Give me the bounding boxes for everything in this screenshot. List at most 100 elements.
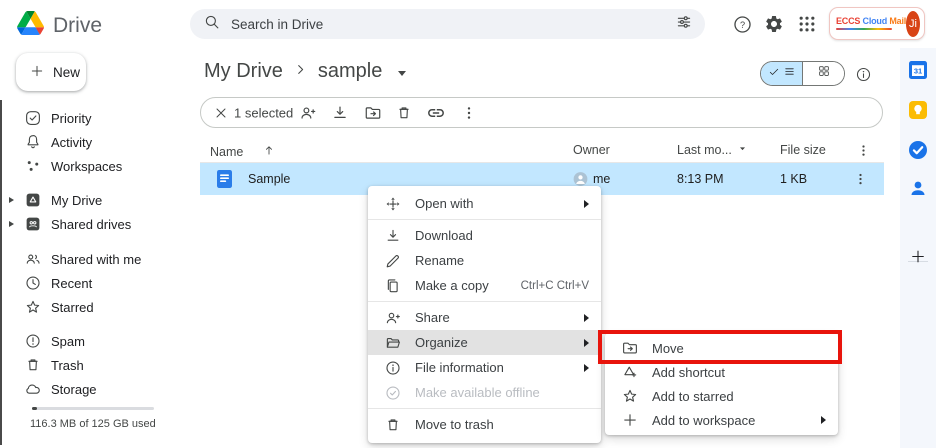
- column-header-name[interactable]: Name: [210, 143, 276, 160]
- sidebar-item-activity[interactable]: Activity: [0, 130, 190, 154]
- sidebar-item-shared-with-me[interactable]: Shared with me: [0, 247, 190, 271]
- menu-item-open-with[interactable]: Open with: [368, 191, 601, 216]
- svg-text:?: ?: [739, 20, 744, 30]
- column-header-file-size[interactable]: File size: [780, 143, 826, 157]
- spam-icon: [24, 332, 42, 350]
- share-person-add-icon[interactable]: [299, 103, 318, 122]
- more-vert-icon[interactable]: [461, 104, 478, 121]
- column-header-last-modified[interactable]: Last mo...: [677, 143, 748, 157]
- grid-view-button[interactable]: [802, 62, 844, 85]
- trash-icon[interactable]: [395, 104, 413, 122]
- sidebar-item-my-drive[interactable]: My Drive: [0, 188, 190, 212]
- top-bar: Drive ? ECCS Cloud Mail Ji: [0, 0, 936, 48]
- download-icon[interactable]: [331, 103, 350, 122]
- shared-drives-icon: [24, 215, 42, 233]
- chevron-down-icon[interactable]: [398, 71, 406, 76]
- column-header-owner[interactable]: Owner: [573, 143, 610, 157]
- submenu-arrow-icon: [821, 416, 826, 424]
- submenu-arrow-icon: [584, 339, 589, 347]
- sidebar-group-shared: Shared with me Recent Starred: [0, 247, 190, 319]
- my-drive-icon: [24, 191, 42, 209]
- left-sidebar: New Priority Activity Workspaces My Driv…: [0, 48, 190, 448]
- contacts-icon[interactable]: [908, 178, 928, 203]
- breadcrumb-current[interactable]: sample: [318, 60, 382, 83]
- menu-item-make-available-offline: Make available offline: [368, 380, 601, 405]
- get-add-ons-plus-icon[interactable]: [910, 248, 927, 270]
- download-icon: [384, 227, 402, 245]
- close-icon[interactable]: [213, 105, 229, 121]
- menu-item-file-information[interactable]: File information: [368, 355, 601, 380]
- submenu-item-add-to-workspace[interactable]: Add to workspace: [605, 408, 838, 432]
- settings-gear-icon[interactable]: [763, 13, 785, 35]
- menu-item-download[interactable]: Download: [368, 223, 601, 248]
- breadcrumb: My Drive sample: [204, 60, 406, 83]
- sort-caret-down-icon: [737, 143, 748, 157]
- right-side-panel: 31: [900, 48, 936, 448]
- share-person-add-icon: [384, 309, 402, 327]
- drive-logo-icon: [17, 11, 44, 40]
- account-badge[interactable]: ECCS Cloud Mail Ji: [829, 7, 925, 40]
- copy-icon: [384, 277, 402, 295]
- apps-grid-icon[interactable]: [796, 13, 818, 35]
- cloud-storage-icon: [24, 380, 42, 398]
- sidebar-item-trash[interactable]: Trash: [0, 353, 190, 377]
- menu-item-make-a-copy[interactable]: Make a copy Ctrl+C Ctrl+V: [368, 273, 601, 298]
- keep-icon[interactable]: [908, 100, 928, 125]
- calendar-icon[interactable]: 31: [908, 60, 928, 85]
- expand-caret-icon[interactable]: [9, 197, 14, 203]
- submenu-item-move[interactable]: Move: [605, 336, 838, 360]
- search-bar[interactable]: [190, 9, 705, 39]
- search-input[interactable]: [231, 17, 675, 32]
- submenu-item-add-shortcut[interactable]: Add shortcut: [605, 360, 838, 384]
- sidebar-item-spam[interactable]: Spam: [0, 329, 190, 353]
- keyboard-shortcut: Ctrl+C Ctrl+V: [521, 280, 589, 292]
- details-info-icon[interactable]: [855, 66, 872, 88]
- breadcrumb-root[interactable]: My Drive: [204, 60, 283, 83]
- view-toggle: [760, 61, 845, 86]
- sidebar-group-drives: My Drive Shared drives: [0, 188, 190, 236]
- account-label: ECCS Cloud Mail: [836, 17, 906, 31]
- context-menu: Open with Download Rename Make a copy Ct…: [368, 186, 601, 443]
- expand-caret-icon[interactable]: [9, 221, 14, 227]
- menu-item-share[interactable]: Share: [368, 305, 601, 330]
- help-icon[interactable]: ?: [731, 13, 753, 35]
- drive-logo[interactable]: Drive: [17, 11, 102, 40]
- submenu-arrow-icon: [584, 200, 589, 208]
- sidebar-item-recent[interactable]: Recent: [0, 271, 190, 295]
- tasks-icon[interactable]: [908, 140, 928, 165]
- submenu-arrow-icon: [584, 364, 589, 372]
- menu-item-rename[interactable]: Rename: [368, 248, 601, 273]
- sidebar-item-storage[interactable]: Storage: [0, 377, 190, 401]
- activity-bell-icon: [24, 133, 42, 151]
- grid-view-icon: [817, 64, 831, 83]
- add-shortcut-icon: [621, 363, 639, 381]
- avatar[interactable]: Ji: [906, 11, 920, 37]
- sidebar-item-shared-drives[interactable]: Shared drives: [0, 212, 190, 236]
- list-view-button[interactable]: [761, 62, 802, 85]
- selected-count: 1 selected: [234, 105, 293, 120]
- workspaces-icon: [24, 157, 42, 175]
- file-name: Sample: [248, 172, 290, 186]
- google-drive-window: Drive ? ECCS Cloud Mail Ji New Priority: [0, 0, 936, 448]
- last-modified: 8:13 PM: [677, 172, 724, 186]
- sidebar-item-priority[interactable]: Priority: [0, 106, 190, 130]
- open-with-icon: [384, 195, 402, 213]
- menu-divider: [368, 408, 601, 409]
- menu-item-organize[interactable]: Organize: [368, 330, 601, 355]
- menu-item-move-to-trash[interactable]: Move to trash: [368, 412, 601, 437]
- new-button[interactable]: New: [16, 53, 86, 91]
- menu-divider: [368, 219, 601, 220]
- trash-icon: [24, 356, 42, 374]
- link-icon[interactable]: [427, 103, 446, 122]
- more-vert-icon[interactable]: [853, 172, 868, 187]
- more-vert-icon[interactable]: [856, 143, 871, 158]
- menu-divider: [368, 301, 601, 302]
- search-options-tune-icon[interactable]: [675, 13, 693, 36]
- sidebar-scrollbar[interactable]: [0, 100, 2, 445]
- submenu-item-add-to-starred[interactable]: Add to starred: [605, 384, 838, 408]
- star-icon: [24, 298, 42, 316]
- sidebar-item-workspaces[interactable]: Workspaces: [0, 154, 190, 178]
- sort-arrow-up-icon[interactable]: [262, 143, 276, 160]
- move-folder-icon[interactable]: [364, 103, 383, 122]
- sidebar-item-starred[interactable]: Starred: [0, 295, 190, 319]
